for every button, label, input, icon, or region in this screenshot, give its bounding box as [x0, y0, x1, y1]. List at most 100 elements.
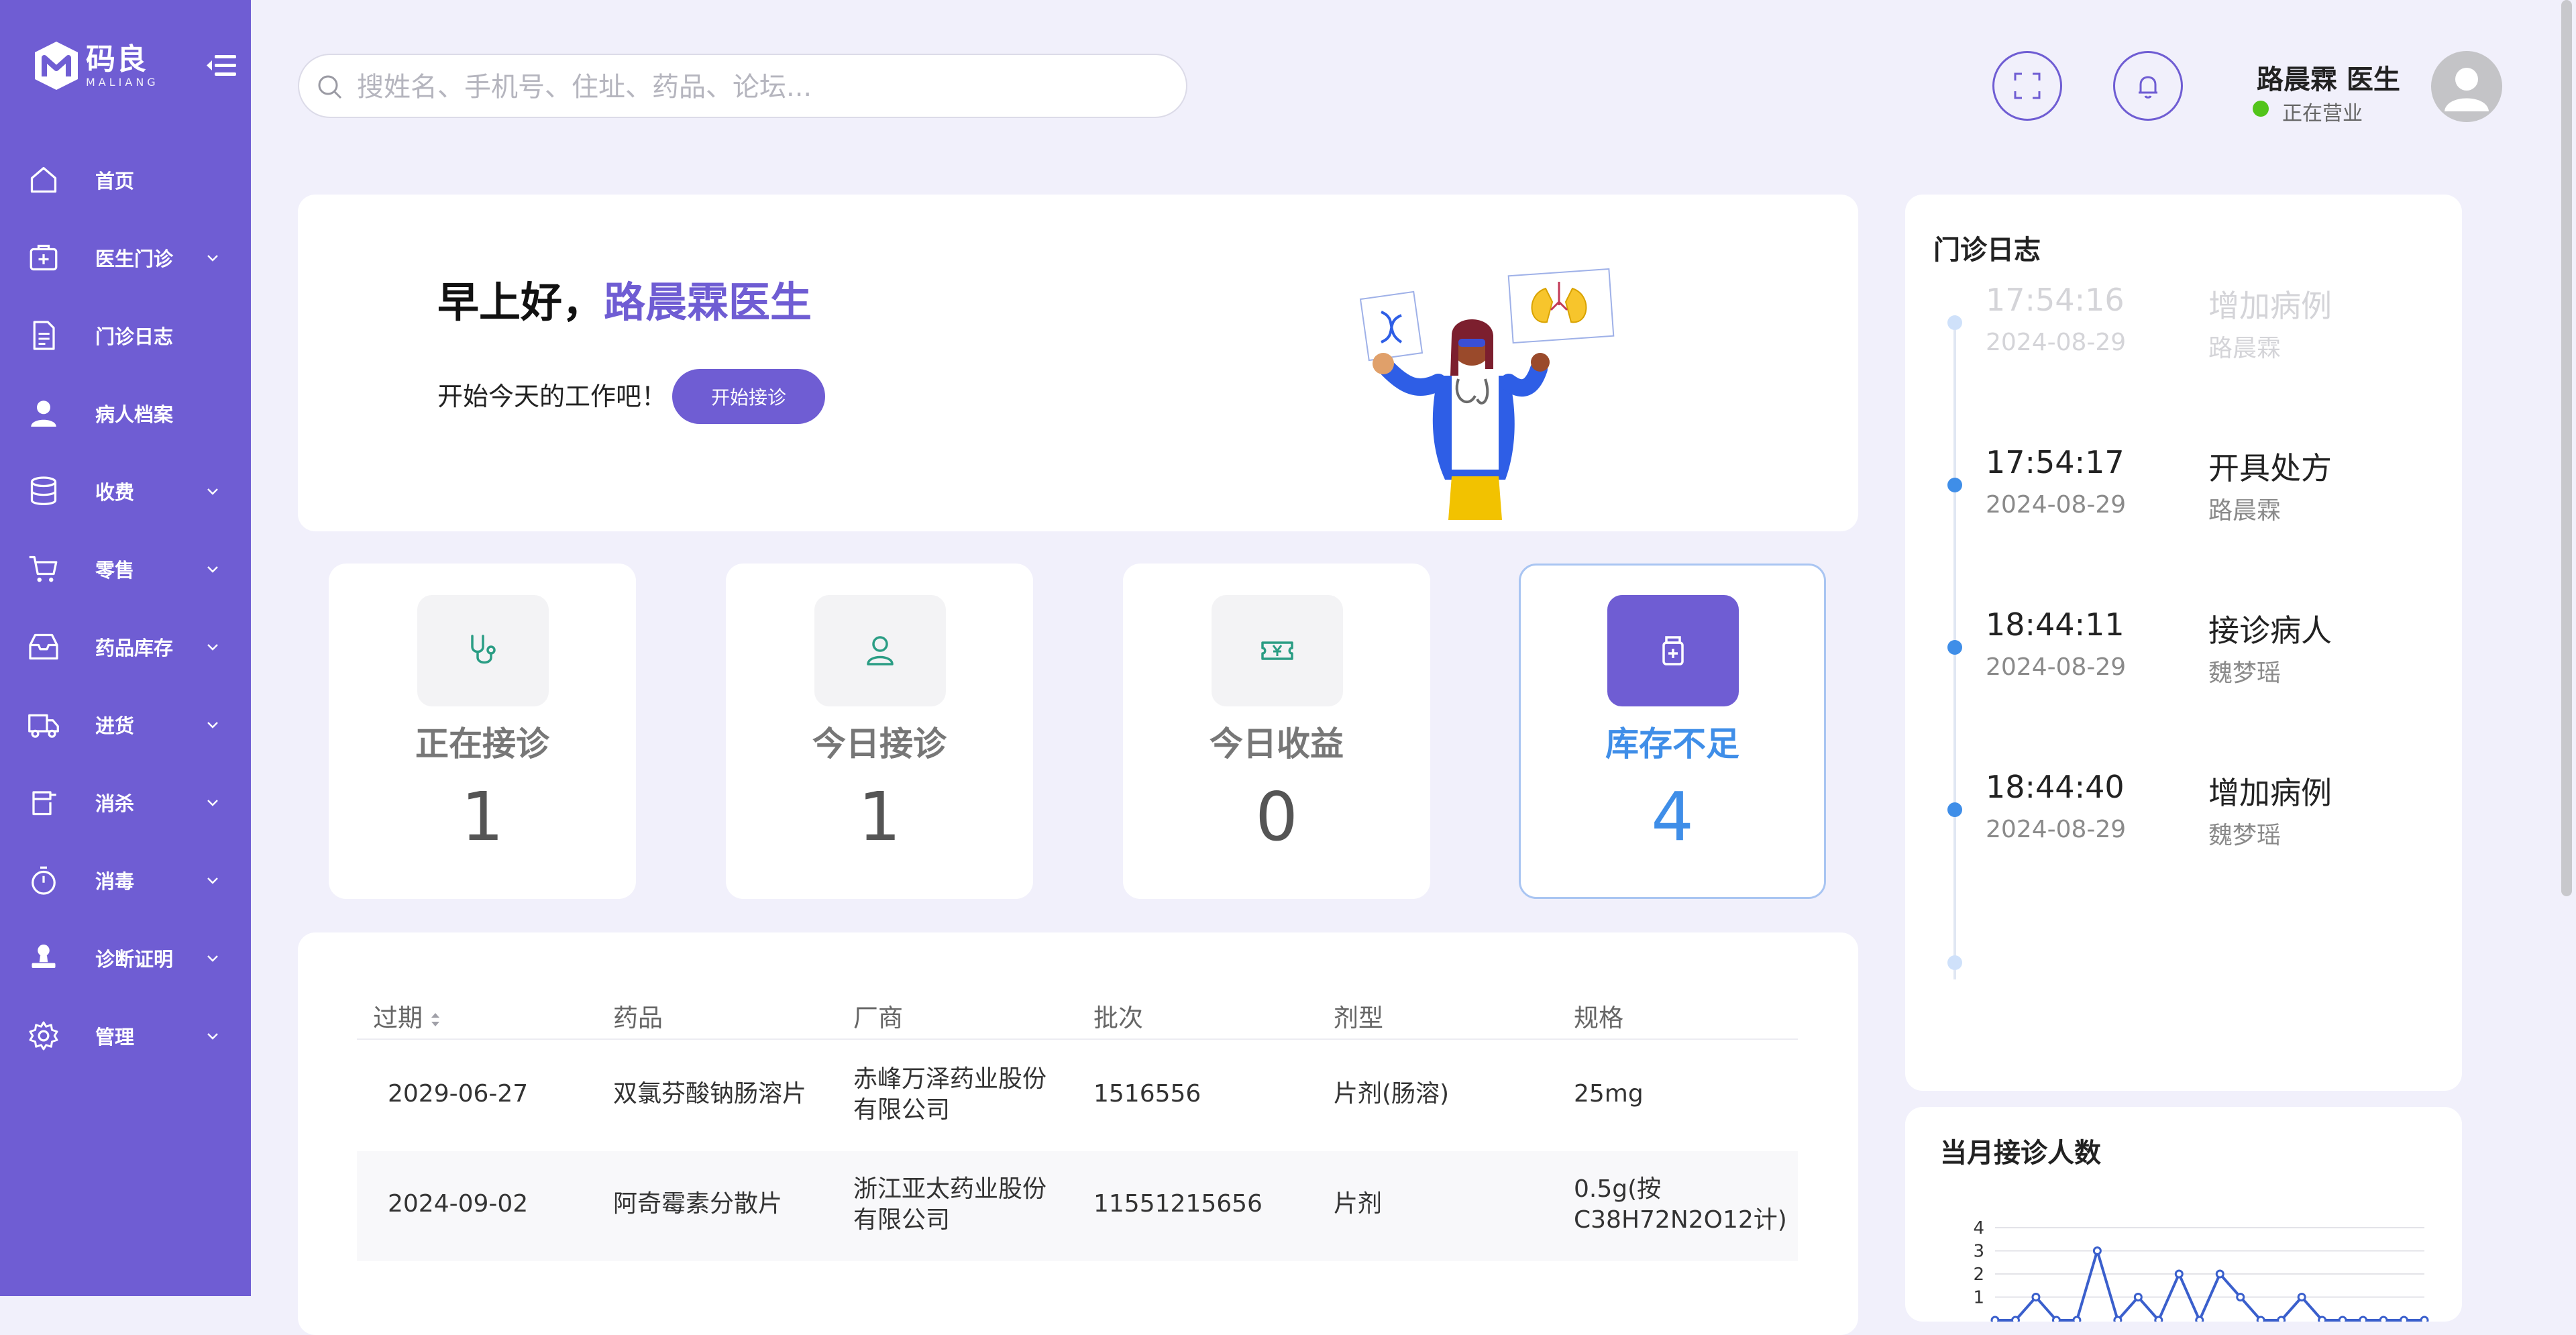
stat-card-low-stock[interactable]: 库存不足 4 — [1519, 564, 1826, 899]
gear-icon — [29, 1021, 58, 1051]
monthly-consultations-card: 当月接诊人数 4 3 2 1 — [1905, 1107, 2462, 1322]
fullscreen-button[interactable] — [1992, 51, 2062, 121]
data-point[interactable] — [2092, 1246, 2102, 1255]
cell-batch: 11551215656 — [1093, 1190, 1263, 1218]
welcome-subtitle: 开始今天的工作吧！ — [437, 382, 667, 411]
status-dot — [2253, 101, 2269, 117]
column-header-spec: 规格 — [1574, 1004, 1623, 1032]
cell-spec: 25mg — [1574, 1080, 1644, 1108]
cell-batch: 1516556 — [1093, 1080, 1201, 1108]
data-point[interactable] — [2338, 1316, 2347, 1322]
data-point[interactable] — [2420, 1316, 2429, 1322]
chevron-down-icon — [207, 488, 218, 495]
data-point[interactable] — [2318, 1316, 2327, 1322]
data-point[interactable] — [2010, 1316, 2020, 1322]
avatar-icon — [2445, 68, 2489, 111]
data-point[interactable] — [2297, 1293, 2306, 1301]
log-date: 2024-08-29 — [1986, 491, 2127, 519]
sidebar-item-label: 消杀 — [95, 792, 135, 815]
search-input[interactable]: 搜姓名、手机号、住址、药品、论坛... — [298, 54, 1187, 118]
data-point[interactable] — [2133, 1293, 2143, 1301]
data-point[interactable] — [2256, 1316, 2265, 1322]
sidebar-item-clinic[interactable]: 医生门诊 — [0, 219, 251, 297]
data-point[interactable] — [2072, 1316, 2082, 1322]
chevron-down-icon — [207, 800, 218, 806]
sidebar-item-home[interactable]: 首页 — [0, 141, 251, 219]
stat-icon-box — [1212, 595, 1343, 706]
stat-card-in-consultation[interactable]: 正在接诊 1 — [329, 564, 636, 899]
stat-card-today-revenue[interactable]: 今日收益 0 — [1123, 564, 1430, 899]
y-tick-label: 2 — [1973, 1265, 1984, 1285]
table-row[interactable]: 2024-09-02 阿奇霉素分散片 浙江亚太药业股份 有限公司 1155121… — [357, 1151, 1798, 1261]
log-operator: 路晨霖 — [2208, 497, 2282, 525]
sidebar-item-diagnosis-certificate[interactable]: 诊断证明 — [0, 919, 251, 997]
data-point[interactable] — [2113, 1316, 2123, 1322]
table-row[interactable]: 2029-06-27 双氯芬酸钠肠溶片 赤峰万泽药业股份 有限公司 151655… — [357, 1040, 1798, 1150]
sidebar-item-disinfection[interactable]: 消毒 — [0, 841, 251, 919]
sidebar-item-label: 零售 — [95, 559, 135, 582]
doctor-illustration — [1359, 268, 1615, 520]
data-point[interactable] — [2236, 1293, 2245, 1301]
database-icon — [30, 476, 57, 505]
stat-value: 4 — [1651, 778, 1694, 856]
data-point[interactable] — [2195, 1316, 2204, 1322]
cell-dosage-form: 片剂 — [1334, 1190, 1383, 1218]
log-operator: 魏梦瑶 — [2208, 659, 2282, 687]
patient-icon — [867, 636, 894, 665]
logo[interactable]: 码良 MALIANG — [32, 39, 159, 93]
sidebar-item-label: 医生门诊 — [95, 248, 174, 270]
column-header-expiry[interactable]: 过期 — [373, 1000, 441, 1037]
data-point[interactable] — [2359, 1316, 2368, 1322]
notification-button[interactable] — [2113, 51, 2183, 121]
stat-card-today-consultations[interactable]: 今日接诊 1 — [726, 564, 1033, 899]
cell-spec-line2: C38H72N2O12计) — [1574, 1206, 1787, 1234]
log-action: 开具处方 — [2208, 450, 2332, 486]
welcome-card: 早上好，路晨霖医生 开始今天的工作吧！ 开始接诊 — [298, 195, 1858, 531]
data-point[interactable] — [2051, 1316, 2061, 1322]
data-point[interactable] — [2031, 1293, 2041, 1301]
cell-expiry: 2029-06-27 — [388, 1080, 529, 1108]
sidebar-item-inventory[interactable]: 药品库存 — [0, 608, 251, 686]
start-consultation-button[interactable]: 开始接诊 — [672, 369, 825, 424]
greeting-prefix: 早上好， — [437, 278, 604, 327]
menu-collapse-icon[interactable] — [205, 51, 237, 81]
medicine-bottle-icon — [1662, 636, 1684, 665]
table-header: 过期 药品 厂商 批次 剂型 规格 — [357, 1000, 1798, 1040]
sidebar-item-clinic-log[interactable]: 门诊日志 — [0, 297, 251, 374]
log-time: 18:44:40 — [1986, 769, 2125, 805]
column-header-batch: 批次 — [1093, 1004, 1143, 1032]
logo-subtitle: MALIANG — [86, 75, 159, 89]
page-scrollbar[interactable] — [2561, 0, 2572, 896]
sort-icon[interactable] — [429, 1010, 441, 1030]
sidebar-item-patients[interactable]: 病人档案 — [0, 374, 251, 452]
sidebar: 码良 MALIANG 首页 医生门诊 门诊日志 病人档案 收费 零售 药品库存 … — [0, 0, 251, 1296]
sidebar-item-pest-control[interactable]: 消杀 — [0, 763, 251, 841]
sidebar-item-purchasing[interactable]: 进货 — [0, 686, 251, 763]
stethoscope-icon — [471, 635, 496, 664]
sidebar-item-retail[interactable]: 零售 — [0, 530, 251, 608]
sidebar-item-management[interactable]: 管理 — [0, 997, 251, 1075]
timeline-dot — [1947, 478, 1962, 492]
cart-icon — [29, 555, 58, 582]
chevron-down-icon — [207, 255, 218, 262]
sidebar-item-label: 管理 — [95, 1026, 135, 1049]
data-point[interactable] — [2379, 1316, 2388, 1322]
data-point[interactable] — [2277, 1316, 2286, 1322]
data-point[interactable] — [2400, 1316, 2409, 1322]
logo-icon — [35, 42, 78, 90]
data-point[interactable] — [2215, 1269, 2224, 1279]
y-tick-label: 3 — [1973, 1242, 1984, 1262]
data-point[interactable] — [2174, 1269, 2184, 1279]
sidebar-item-billing[interactable]: 收费 — [0, 452, 251, 530]
log-date: 2024-08-29 — [1986, 816, 2127, 843]
cell-dosage-form: 片剂(肠溶) — [1334, 1080, 1450, 1108]
chevron-down-icon — [207, 566, 218, 573]
data-point[interactable] — [1990, 1316, 2000, 1322]
ticket-yuan-icon — [1261, 641, 1293, 660]
data-point[interactable] — [2154, 1316, 2163, 1322]
avatar[interactable] — [2431, 51, 2502, 122]
fullscreen-icon — [2014, 72, 2041, 99]
stopwatch-icon — [32, 866, 56, 895]
stat-icon-box — [1607, 595, 1739, 706]
cell-drug: 阿奇霉素分散片 — [613, 1190, 783, 1218]
